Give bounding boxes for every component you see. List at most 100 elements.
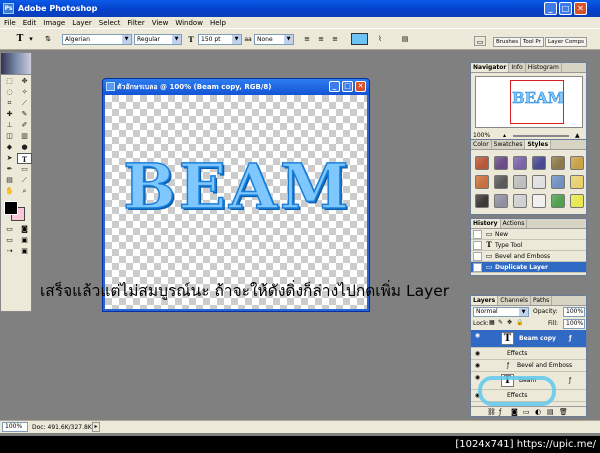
style-swatch[interactable] <box>570 175 584 189</box>
style-swatch[interactable] <box>513 156 527 170</box>
pen-tool-icon[interactable]: ✒ <box>2 164 17 175</box>
style-swatch[interactable] <box>513 194 527 208</box>
layer-effects-icon[interactable]: ƒ <box>569 372 571 390</box>
fullscreen-menu-icon[interactable]: ▣ <box>17 247 32 258</box>
status-zoom-field[interactable]: 100% <box>2 422 28 432</box>
gradient-tool-icon[interactable]: ▥ <box>17 131 32 142</box>
eraser-tool-icon[interactable]: ◫ <box>2 131 17 142</box>
eye-icon[interactable]: ◉ <box>473 350 482 358</box>
style-swatch[interactable] <box>494 175 508 189</box>
lasso-tool-icon[interactable]: ◌ <box>2 87 17 98</box>
document-canvas[interactable]: BEAM <box>105 95 367 309</box>
notes-tool-icon[interactable]: ▤ <box>2 175 17 186</box>
style-swatch[interactable] <box>475 156 489 170</box>
eye-icon[interactable]: ◉ <box>473 362 482 370</box>
style-swatch[interactable] <box>532 194 546 208</box>
move-tool-icon[interactable]: ✥ <box>17 76 32 87</box>
doc-close-button[interactable]: ✕ <box>355 81 366 92</box>
foreground-color[interactable] <box>4 201 18 215</box>
style-swatch[interactable] <box>551 194 565 208</box>
font-style-select[interactable]: Regular ▼ <box>134 34 182 45</box>
tab-swatches[interactable]: Swatches <box>492 140 526 149</box>
style-swatch[interactable] <box>475 194 489 208</box>
shape-tool-icon[interactable]: ▭ <box>17 164 32 175</box>
opacity-field[interactable]: 100% <box>563 307 585 317</box>
jump-to-imageready-icon[interactable]: ⇢ <box>2 247 17 258</box>
style-swatch[interactable] <box>570 156 584 170</box>
slice-tool-icon[interactable]: ⟋ <box>17 98 32 109</box>
type-tool-icon[interactable]: T <box>14 34 26 45</box>
menu-edit[interactable]: Edit <box>23 19 37 27</box>
new-group-icon[interactable]: ▭ <box>523 407 530 417</box>
style-swatch[interactable] <box>551 175 565 189</box>
quick-mask-icon[interactable]: ◙ <box>17 225 32 236</box>
add-style-icon[interactable]: ƒ <box>499 407 501 417</box>
layer-effects-row[interactable]: ◉ Effects <box>471 348 586 360</box>
align-center-icon[interactable]: ≡ <box>315 34 327 45</box>
marquee-tool-icon[interactable]: ⬚ <box>2 76 17 87</box>
maximize-button[interactable]: □ <box>559 2 572 15</box>
stamp-tool-icon[interactable]: ⊥ <box>2 120 17 131</box>
dodge-tool-icon[interactable]: ● <box>17 142 32 153</box>
history-checkbox[interactable] <box>473 230 482 239</box>
tab-brushes[interactable]: Brushes <box>493 37 522 47</box>
history-checkbox[interactable] <box>473 263 482 272</box>
history-item[interactable]: T Type Tool <box>471 240 586 251</box>
style-swatch[interactable] <box>494 156 508 170</box>
add-mask-icon[interactable]: ◙ <box>511 407 518 417</box>
layer-effect-bevel-row[interactable]: ◉ ƒ Bevel and Emboss <box>471 360 586 372</box>
history-brush-icon[interactable]: ✐ <box>17 120 32 131</box>
brush-tool-icon[interactable]: ✎ <box>17 109 32 120</box>
layer-effects-icon[interactable]: ƒ <box>569 330 572 348</box>
full-screen-icon[interactable]: ▣ <box>17 236 32 247</box>
zoom-tool-icon[interactable]: ⌕ <box>17 186 32 197</box>
history-checkbox[interactable] <box>473 241 482 250</box>
menu-image[interactable]: Image <box>43 19 65 27</box>
anti-alias-select[interactable]: None ▼ <box>254 34 294 45</box>
palettes-toggle-icon[interactable]: ▤ <box>399 34 411 45</box>
screen-mode-icon[interactable]: ▭ <box>2 236 17 247</box>
navigator-zoom[interactable]: 100% <box>473 132 490 139</box>
healing-brush-icon[interactable]: ✚ <box>2 109 17 120</box>
minimize-button[interactable]: _ <box>544 2 557 15</box>
font-family-select[interactable]: Algerian ▼ <box>62 34 132 45</box>
doc-maximize-button[interactable]: □ <box>342 81 353 92</box>
navigator-thumbnail[interactable]: BEAM <box>475 76 583 128</box>
hand-tool-icon[interactable]: ✋ <box>2 186 17 197</box>
align-right-icon[interactable]: ≡ <box>329 34 341 45</box>
align-left-icon[interactable]: ≡ <box>301 34 313 45</box>
lock-position-icon[interactable]: ✥ <box>507 319 512 326</box>
tab-actions[interactable]: Actions <box>501 219 528 228</box>
warp-text-icon[interactable]: ⌇ <box>374 34 386 45</box>
style-swatch[interactable] <box>532 175 546 189</box>
style-swatch[interactable] <box>513 175 527 189</box>
menu-file[interactable]: File <box>4 19 16 27</box>
type-tool-icon[interactable]: T <box>17 153 32 164</box>
menu-view[interactable]: View <box>152 19 169 27</box>
tab-info[interactable]: Info <box>509 63 526 72</box>
style-swatch[interactable] <box>551 156 565 170</box>
style-swatch[interactable] <box>570 194 584 208</box>
text-orientation-icon[interactable]: ⇅ <box>42 34 54 45</box>
new-layer-icon[interactable]: ▤ <box>547 407 554 417</box>
style-swatch[interactable] <box>532 156 546 170</box>
adjustment-layer-icon[interactable]: ◐ <box>535 407 541 417</box>
delete-layer-icon[interactable]: 🗑 <box>559 407 568 417</box>
eyedropper-icon[interactable]: ⟋ <box>17 175 32 186</box>
style-swatch[interactable] <box>475 175 489 189</box>
history-item[interactable]: ▭ New <box>471 229 586 240</box>
file-browser-icon[interactable]: ▭ <box>474 36 486 46</box>
doc-minimize-button[interactable]: _ <box>329 81 340 92</box>
menu-select[interactable]: Select <box>99 19 121 27</box>
status-menu-arrow-icon[interactable]: ▸ <box>92 422 100 432</box>
tab-styles[interactable]: Styles <box>525 140 552 149</box>
history-item-selected[interactable]: ▭ Duplicate Layer <box>471 262 586 273</box>
font-size-select[interactable]: 150 pt ▼ <box>198 34 242 45</box>
tab-history[interactable]: History <box>471 219 501 228</box>
tab-histogram[interactable]: Histogram <box>526 63 562 72</box>
history-checkbox[interactable] <box>473 252 482 261</box>
text-color-swatch[interactable] <box>351 33 368 45</box>
lock-image-icon[interactable]: ✎ <box>498 319 503 326</box>
lock-all-icon[interactable]: 🔒 <box>516 319 523 326</box>
history-item[interactable]: ▭ Bevel and Emboss <box>471 251 586 262</box>
